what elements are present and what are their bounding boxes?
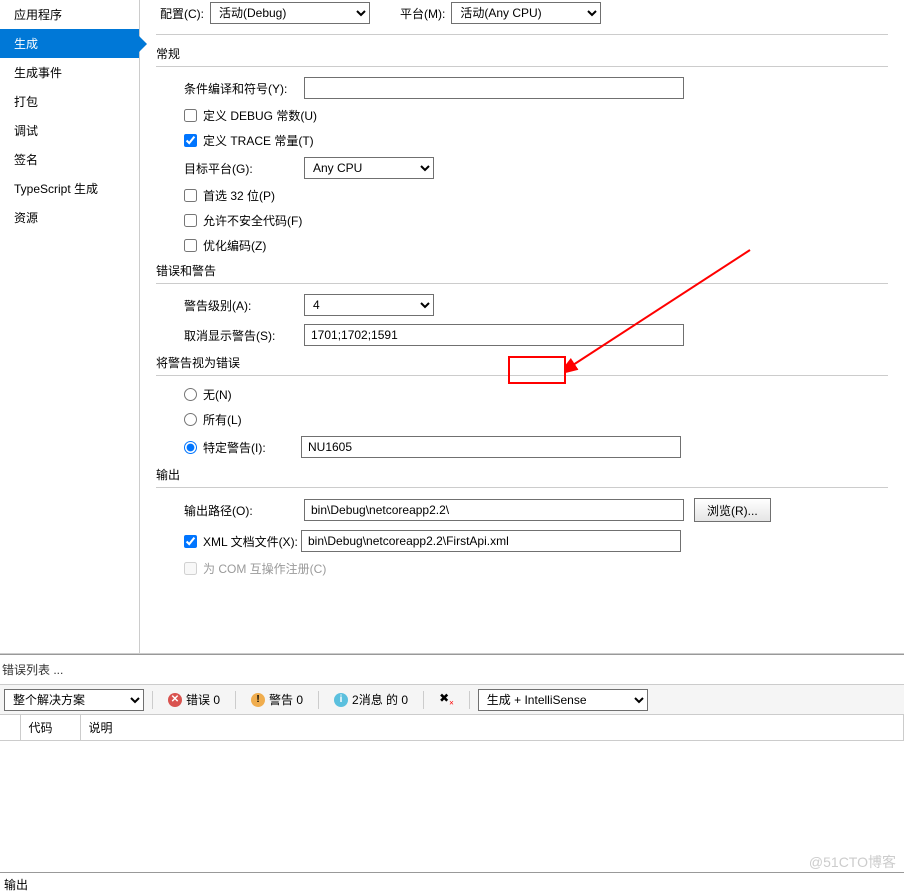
messages-filter-button[interactable]: i 2消息 的 0 <box>327 688 415 711</box>
treat-none-radio[interactable] <box>184 388 197 401</box>
allow-unsafe-label: 允许不安全代码(F) <box>203 212 302 229</box>
treat-specific-radio[interactable] <box>184 441 197 454</box>
xml-doc-label: XML 文档文件(X): <box>203 533 301 550</box>
error-list-title: 错误列表 ... <box>0 659 904 684</box>
warnings-count-label: 警告 0 <box>269 691 303 708</box>
sidebar-item-app[interactable]: 应用程序 <box>0 0 139 29</box>
output-path-label: 输出路径(O): <box>184 502 304 519</box>
section-errors-warnings: 错误和警告 <box>156 262 888 279</box>
section-treat-as-errors: 将警告视为错误 <box>156 354 888 371</box>
section-output: 输出 <box>156 466 888 483</box>
divider <box>318 691 319 709</box>
sidebar-item-sign[interactable]: 签名 <box>0 145 139 174</box>
content-area: 配置(C): 活动(Debug) 平台(M): 活动(Any CPU) 常规 条… <box>140 0 904 653</box>
com-register-label: 为 COM 互操作注册(C) <box>203 560 326 577</box>
divider <box>423 691 424 709</box>
define-debug-label: 定义 DEBUG 常数(U) <box>203 107 317 124</box>
table-header-desc[interactable]: 说明 <box>80 715 904 741</box>
error-icon: ✕ <box>168 693 182 707</box>
conditional-symbols-input[interactable] <box>304 77 684 99</box>
target-platform-select[interactable]: Any CPU <box>304 157 434 179</box>
divider <box>156 283 888 284</box>
sidebar-item-resources[interactable]: 资源 <box>0 203 139 232</box>
platform-select[interactable]: 活动(Any CPU) <box>451 2 601 24</box>
watermark: @51CTO博客 <box>809 852 896 872</box>
treat-specific-input[interactable] <box>301 436 681 458</box>
divider <box>235 691 236 709</box>
sidebar-item-package[interactable]: 打包 <box>0 87 139 116</box>
prefer-32-label: 首选 32 位(P) <box>203 187 275 204</box>
config-select[interactable]: 活动(Debug) <box>210 2 370 24</box>
treat-none-label: 无(N) <box>203 386 232 403</box>
divider <box>469 691 470 709</box>
conditional-symbols-label: 条件编译和符号(Y): <box>184 80 304 97</box>
define-trace-label: 定义 TRACE 常量(T) <box>203 132 314 149</box>
optimize-label: 优化编码(Z) <box>203 237 266 254</box>
table-header-icon[interactable] <box>0 715 20 741</box>
divider <box>156 487 888 488</box>
divider <box>156 66 888 67</box>
sidebar-item-typescript[interactable]: TypeScript 生成 <box>0 174 139 203</box>
error-list-panel: 错误列表 ... 整个解决方案 ✕ 错误 0 ! 警告 0 i 2消息 的 0 … <box>0 654 904 741</box>
xml-doc-checkbox[interactable] <box>184 535 197 548</box>
com-register-checkbox <box>184 562 197 575</box>
output-panel-title: 输出 <box>0 872 904 896</box>
define-debug-checkbox[interactable] <box>184 109 197 122</box>
output-path-input[interactable] <box>304 499 684 521</box>
filter-clear-icon: ✖× <box>439 691 454 707</box>
errors-count-label: 错误 0 <box>186 691 220 708</box>
section-general: 常规 <box>156 45 888 62</box>
warning-level-label: 警告级别(A): <box>184 297 304 314</box>
error-table: 代码 说明 <box>0 715 904 741</box>
treat-all-radio[interactable] <box>184 413 197 426</box>
define-trace-checkbox[interactable] <box>184 134 197 147</box>
sidebar-item-build[interactable]: 生成 <box>0 29 139 58</box>
clear-filter-button[interactable]: ✖× <box>432 688 461 710</box>
warning-icon: ! <box>251 693 265 707</box>
sidebar-item-debug[interactable]: 调试 <box>0 116 139 145</box>
config-label: 配置(C): <box>160 5 204 22</box>
info-icon: i <box>334 693 348 707</box>
warning-level-select[interactable]: 4 <box>304 294 434 316</box>
messages-count-label: 2消息 的 0 <box>352 691 408 708</box>
platform-label: 平台(M): <box>400 5 445 22</box>
suppress-warnings-input[interactable] <box>304 324 684 346</box>
optimize-checkbox[interactable] <box>184 239 197 252</box>
table-header-code[interactable]: 代码 <box>20 715 80 741</box>
sidebar-item-build-events[interactable]: 生成事件 <box>0 58 139 87</box>
treat-specific-label: 特定警告(I): <box>203 439 301 456</box>
prefer-32-checkbox[interactable] <box>184 189 197 202</box>
warnings-filter-button[interactable]: ! 警告 0 <box>244 688 310 711</box>
treat-all-label: 所有(L) <box>203 411 242 428</box>
suppress-warnings-label: 取消显示警告(S): <box>184 327 304 344</box>
xml-doc-input[interactable] <box>301 530 681 552</box>
divider <box>152 691 153 709</box>
divider <box>156 375 888 376</box>
errors-filter-button[interactable]: ✕ 错误 0 <box>161 688 227 711</box>
browse-button[interactable]: 浏览(R)... <box>694 498 771 522</box>
allow-unsafe-checkbox[interactable] <box>184 214 197 227</box>
error-mode-select[interactable]: 生成 + IntelliSense <box>478 689 648 711</box>
target-platform-label: 目标平台(G): <box>184 160 304 177</box>
sidebar: 应用程序 生成 生成事件 打包 调试 签名 TypeScript 生成 资源 <box>0 0 140 653</box>
error-scope-select[interactable]: 整个解决方案 <box>4 689 144 711</box>
